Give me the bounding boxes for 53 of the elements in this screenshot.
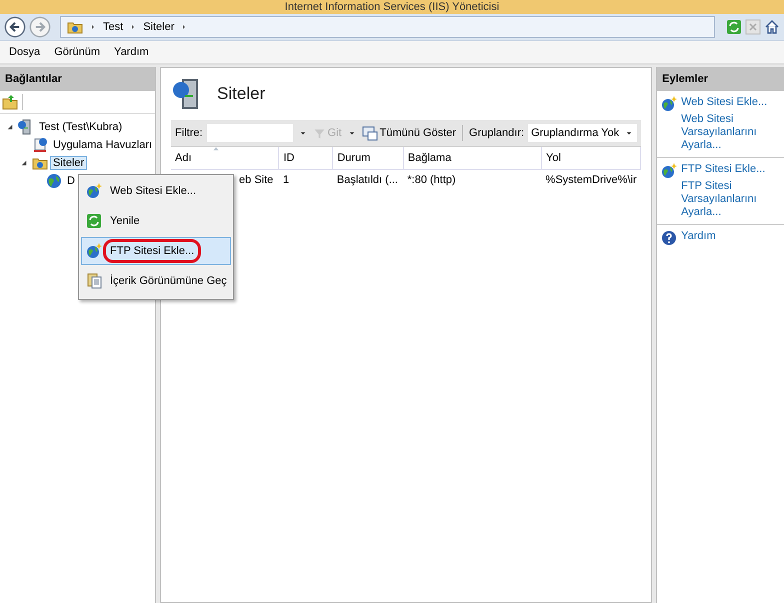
document-icon xyxy=(86,273,102,289)
window-icon xyxy=(362,125,378,141)
refresh-icon xyxy=(726,19,742,35)
globe-icon xyxy=(86,243,102,259)
context-menu-item[interactable]: İçerik Görünümüne Geç xyxy=(81,267,231,295)
table-cell: 1 xyxy=(278,170,333,190)
menu-item[interactable]: Görünüm xyxy=(54,46,100,58)
chevron-right-icon xyxy=(89,23,97,31)
group-dropdown[interactable]: Gruplandırma Yok xyxy=(528,124,638,142)
tree-item[interactable]: Test (Test\Kubra) xyxy=(36,120,126,134)
window-title: Internet Information Services (IIS) Yöneticisi xyxy=(284,0,500,14)
breadcrumb[interactable]: Test xyxy=(103,21,124,33)
action-link[interactable]: Web Sitesi Ekle... xyxy=(681,96,768,109)
table-cell: %SystemDrive%\ir xyxy=(542,170,641,190)
action-link[interactable]: FTP Sitesi Ekle... xyxy=(681,163,766,176)
address-bar[interactable]: Test Siteler xyxy=(60,16,715,38)
group-label: Gruplandır: xyxy=(469,127,524,139)
context-menu-item[interactable]: FTP Sitesi Ekle... xyxy=(81,237,231,265)
column-header[interactable]: Bağlama xyxy=(408,152,452,164)
stop-icon xyxy=(745,19,761,35)
refresh-icon xyxy=(86,213,102,229)
tree-item[interactable]: Siteler xyxy=(50,156,88,170)
action-link[interactable]: FTP Sitesi Varsayılanlarını Ayarla... xyxy=(681,180,784,219)
panel-title: Bağlantılar xyxy=(5,73,62,85)
action-link[interactable]: Web Sitesi Varsayılanlarını Ayarla... xyxy=(681,113,784,152)
column-header[interactable]: Adı xyxy=(175,152,192,164)
page-title: Siteler xyxy=(217,84,266,104)
breadcrumb[interactable]: Siteler xyxy=(143,21,174,33)
globe-icon xyxy=(46,173,62,189)
show-all-button[interactable]: Tümünü Göster xyxy=(362,125,456,141)
help-icon xyxy=(661,230,678,246)
table-cell: Başlatıldı (... xyxy=(332,170,404,190)
action-link[interactable]: Yardım xyxy=(681,230,716,243)
tree-item[interactable]: D xyxy=(64,174,78,188)
folder-icon[interactable] xyxy=(2,94,18,110)
back-icon[interactable] xyxy=(4,16,26,38)
context-menu-item[interactable]: Yenile xyxy=(81,207,231,235)
tree-item[interactable]: Uygulama Havuzları xyxy=(50,138,156,152)
document-icon xyxy=(32,137,48,153)
column-header[interactable]: Yol xyxy=(546,152,561,164)
menu-item[interactable]: Yardım xyxy=(114,46,149,58)
home-icon xyxy=(764,19,780,35)
globe-icon xyxy=(86,183,102,199)
table-cell: *:80 (http) xyxy=(403,170,542,190)
filter-icon xyxy=(312,126,326,140)
menu-item[interactable]: Dosya xyxy=(9,46,40,58)
globe-icon xyxy=(661,163,678,179)
globe-icon xyxy=(661,96,678,112)
filter-field[interactable] xyxy=(206,124,293,142)
column-header[interactable]: Durum xyxy=(337,152,370,164)
column-header[interactable]: ID xyxy=(283,152,294,164)
panel-title: Eylemler xyxy=(662,73,708,85)
filter-label: Filtre: xyxy=(175,127,203,139)
